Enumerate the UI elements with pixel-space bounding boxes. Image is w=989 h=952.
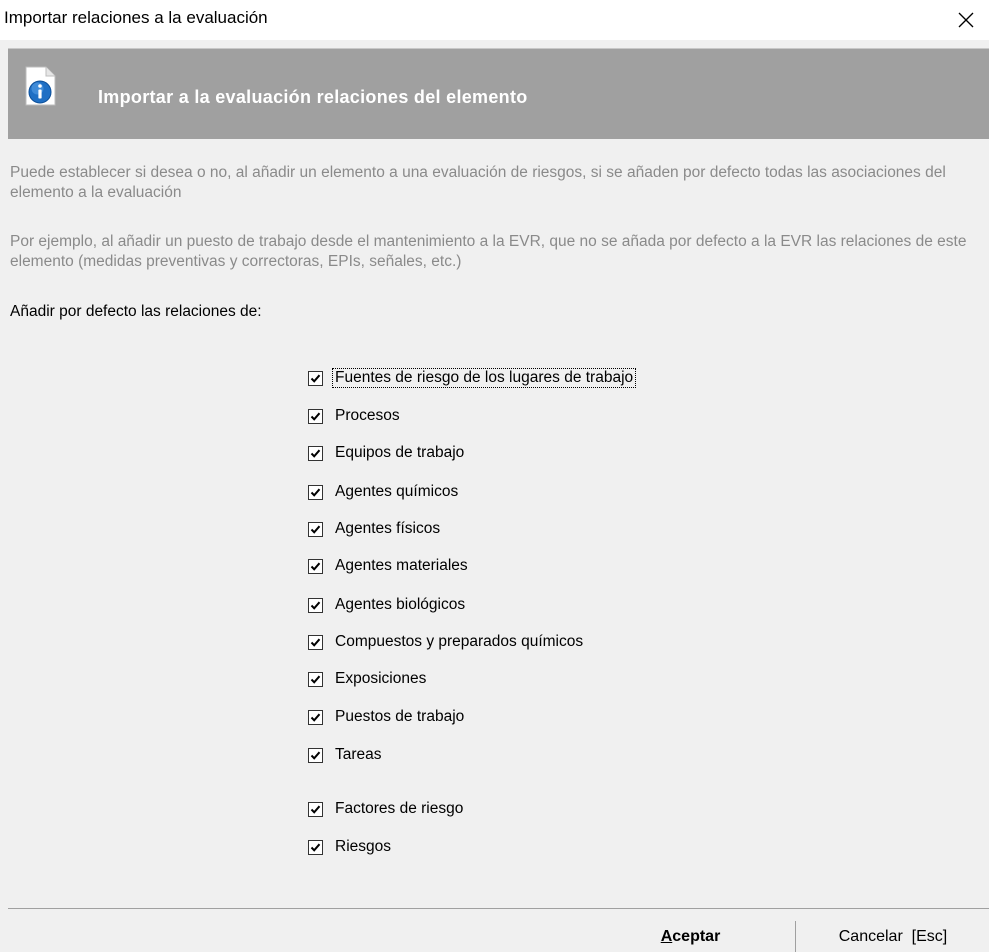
info-document-icon: [25, 66, 56, 106]
checkmark-icon: [310, 805, 321, 814]
checkbox[interactable]: [308, 521, 323, 537]
description-paragraph-1: Puede establecer si desea o no, al añadi…: [10, 164, 946, 201]
cancel-label: Cancelar [Esc]: [838, 927, 948, 945]
checkbox-row[interactable]: Agentes materiales: [308, 555, 470, 577]
checkbox-label: Agentes físicos: [335, 520, 441, 537]
header-banner: Importar a la evaluación relaciones del …: [8, 48, 989, 139]
checkbox-label: Puestos de trabajo: [335, 708, 465, 725]
title-bar: Importar relaciones a la evaluación: [0, 0, 989, 40]
checkbox-label: Tareas: [335, 746, 382, 763]
accept-mnemonic: A: [660, 927, 673, 945]
checkbox[interactable]: [308, 709, 323, 725]
checkmark-icon: [310, 675, 321, 684]
checkmark-icon: [310, 449, 321, 458]
window-title: Importar relaciones a la evaluación: [4, 8, 268, 27]
checkbox-row[interactable]: Procesos: [308, 405, 402, 427]
checkbox-row[interactable]: Puestos de trabajo: [308, 706, 466, 728]
checkbox[interactable]: [308, 839, 323, 855]
checkbox[interactable]: [308, 408, 323, 424]
checkbox-label: Agentes químicos: [335, 483, 459, 500]
checkbox-row[interactable]: Factores de riesgo: [308, 798, 465, 820]
accept-button[interactable]: Aceptar: [590, 921, 791, 952]
checkmark-icon: [310, 488, 321, 497]
checkmark-icon: [310, 843, 321, 852]
checkbox-row[interactable]: Agentes biológicos: [308, 594, 467, 616]
checkbox-row[interactable]: Fuentes de riesgo de los lugares de trab…: [308, 367, 637, 389]
checkmark-icon: [310, 374, 321, 383]
checkbox-row[interactable]: Compuestos y preparados químicos: [308, 631, 585, 653]
checkbox-label: Agentes materiales: [335, 557, 468, 574]
close-button[interactable]: [943, 0, 989, 40]
checkbox-label: Exposiciones: [335, 670, 427, 687]
checkbox[interactable]: [308, 671, 323, 687]
checkbox[interactable]: [308, 484, 323, 500]
checkmark-icon: [310, 562, 321, 571]
close-icon: [958, 12, 974, 28]
checkbox-row[interactable]: Riesgos: [308, 836, 393, 858]
cancel-button[interactable]: Cancelar [Esc]: [795, 921, 989, 952]
section-label: Añadir por defecto las relaciones de:: [10, 303, 262, 320]
checkmark-icon: [310, 601, 321, 610]
checkbox-row[interactable]: Agentes físicos: [308, 518, 442, 540]
checkbox[interactable]: [308, 597, 323, 613]
checkmark-icon: [310, 412, 321, 421]
banner-title: Importar a la evaluación relaciones del …: [98, 87, 528, 107]
checkbox-row[interactable]: Agentes químicos: [308, 481, 460, 503]
checkbox-label: Fuentes de riesgo de los lugares de trab…: [331, 368, 637, 388]
checkbox[interactable]: [308, 558, 323, 574]
checkbox-label: Compuestos y preparados químicos: [335, 633, 584, 650]
checkmark-icon: [310, 713, 321, 722]
checkbox-row[interactable]: Exposiciones: [308, 668, 428, 690]
checkbox[interactable]: [308, 634, 323, 650]
checkbox[interactable]: [308, 801, 323, 817]
checkbox-label: Procesos: [335, 407, 400, 424]
checkbox-label: Equipos de trabajo: [335, 444, 465, 461]
description-paragraph-2: Por ejemplo, al añadir un puesto de trab…: [10, 233, 967, 270]
checkbox-row[interactable]: Equipos de trabajo: [308, 442, 466, 464]
accept-label: ceptar: [672, 927, 721, 945]
checkmark-icon: [310, 638, 321, 647]
checkmark-icon: [310, 751, 321, 760]
checkbox-label: Factores de riesgo: [335, 800, 464, 817]
footer-divider: [8, 908, 989, 909]
checkbox[interactable]: [308, 445, 323, 461]
checkmark-icon: [310, 525, 321, 534]
checkbox[interactable]: [308, 747, 323, 763]
checkbox[interactable]: [308, 370, 323, 386]
checkbox-label: Agentes biológicos: [335, 596, 466, 613]
checkbox-row[interactable]: Tareas: [308, 744, 384, 766]
checkbox-label: Riesgos: [335, 838, 391, 855]
